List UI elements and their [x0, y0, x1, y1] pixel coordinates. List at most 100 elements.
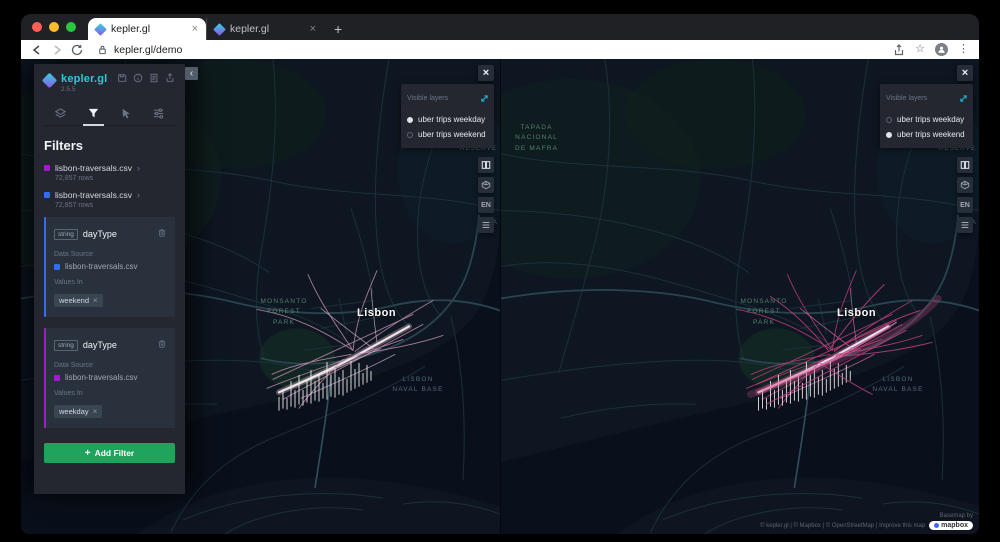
- collapse-sidebar-button[interactable]: ‹: [185, 67, 198, 80]
- lock-icon: [97, 44, 109, 56]
- browser-menu-icon[interactable]: ⋮: [958, 44, 969, 55]
- bookmark-star-icon[interactable]: ☆: [915, 44, 925, 55]
- dataset-color-icon: [44, 192, 50, 198]
- back-icon[interactable]: [31, 44, 43, 56]
- filter-dataset[interactable]: lisbon-traversals.csv: [54, 262, 167, 271]
- tab-close-icon[interactable]: ×: [310, 23, 316, 35]
- visible-layers-panel: Visible layers uber trips weekday uber t…: [401, 84, 494, 148]
- filter-type-badge: string: [54, 339, 78, 351]
- radio-dot-icon: [407, 131, 413, 138]
- filter-card: string dayType Data Source lisbon-traver…: [44, 328, 175, 428]
- tab-filters[interactable]: [77, 103, 110, 126]
- layer-radio-weekend[interactable]: uber trips weekend: [407, 127, 488, 142]
- filter-type-badge: string: [54, 228, 78, 240]
- dataset-color-icon: [44, 165, 50, 171]
- tab-title: kepler.gl: [111, 23, 151, 35]
- forward-icon[interactable]: [51, 44, 63, 56]
- side-panel-tabs: [44, 103, 175, 126]
- radio-dot-icon: [886, 131, 892, 138]
- visible-layers-title: Visible layers: [886, 94, 928, 102]
- dataset-row[interactable]: lisbon-traversals.csv ›: [44, 163, 175, 173]
- filter-field[interactable]: dayType: [83, 229, 152, 239]
- share-icon[interactable]: [893, 43, 905, 56]
- tab-layers[interactable]: [44, 103, 77, 125]
- docs-icon[interactable]: [149, 73, 159, 83]
- chevron-right-icon: ›: [137, 163, 140, 173]
- save-icon[interactable]: [117, 73, 127, 83]
- values-in-label: Values In: [54, 390, 83, 397]
- window-controls: [21, 14, 88, 40]
- remove-value-icon[interactable]: ×: [93, 296, 98, 305]
- layer-radio-weekend[interactable]: uber trips weekend: [886, 127, 967, 142]
- expand-panel-icon[interactable]: [481, 89, 488, 107]
- locale-button[interactable]: EN: [478, 197, 494, 213]
- new-tab-button[interactable]: +: [324, 18, 352, 40]
- filter-value-chip: weekday ×: [54, 405, 103, 418]
- browser-toolbar: kepler.gl/demo ☆ ⋮: [21, 40, 979, 59]
- side-panel: kepler.gl 2.5.5 Filters lisbon-traversal…: [34, 64, 185, 494]
- dataset-rowcount: 72,857 rows: [55, 202, 94, 209]
- locale-button[interactable]: EN: [957, 197, 973, 213]
- profile-avatar[interactable]: [935, 43, 948, 56]
- attribution-links[interactable]: © kepler.gl | © Mapbox | © OpenStreetMap…: [760, 523, 925, 529]
- mapbox-logo[interactable]: mapbox: [929, 521, 973, 530]
- tab-basemap[interactable]: [142, 103, 175, 125]
- dataset-rowcount: 72,857 rows: [55, 175, 94, 182]
- remove-value-icon[interactable]: ×: [93, 407, 98, 416]
- toggle-3d-button[interactable]: [957, 177, 973, 193]
- toolbar-right: ☆ ⋮: [893, 43, 969, 56]
- add-filter-button[interactable]: + Add Filter: [44, 443, 175, 463]
- split-map-toggle-button[interactable]: [478, 157, 494, 173]
- chevron-right-icon: ›: [137, 190, 140, 200]
- tab-kepler-inactive[interactable]: kepler.gl ×: [206, 18, 324, 40]
- layer-radio-weekday[interactable]: uber trips weekday: [407, 112, 488, 127]
- visible-layers-title: Visible layers: [407, 94, 449, 102]
- dataset-row[interactable]: lisbon-traversals.csv ›: [44, 190, 175, 200]
- split-map-toggle-button[interactable]: [957, 157, 973, 173]
- share-icon[interactable]: [165, 73, 175, 83]
- dataset-color-icon: [54, 263, 60, 270]
- side-panel-header: kepler.gl 2.5.5: [41, 72, 175, 93]
- map-controls: EN: [478, 157, 494, 233]
- reload-icon[interactable]: [71, 44, 83, 56]
- data-source-label: Data Source: [54, 251, 93, 258]
- kepler-favicon-icon: [213, 22, 226, 36]
- radio-dot-icon: [886, 116, 892, 123]
- tab-kepler-active[interactable]: kepler.gl ×: [88, 18, 206, 40]
- data-source-label: Data Source: [54, 362, 93, 369]
- tab-close-icon[interactable]: ×: [192, 23, 198, 35]
- dataset-color-icon: [54, 374, 60, 381]
- filter-card: string dayType Data Source lisbon-traver…: [44, 217, 175, 317]
- legend-button[interactable]: [957, 217, 973, 233]
- filter-dataset[interactable]: lisbon-traversals.csv: [54, 373, 167, 382]
- map-right: TAPADA NACIONAL DE MAFRA RESERVE SA MONS…: [500, 59, 979, 534]
- map-controls: EN: [957, 157, 973, 233]
- tab-strip: kepler.gl × kepler.gl × +: [21, 14, 979, 40]
- browser-window: kepler.gl × kepler.gl × + kepler.gl/demo…: [21, 14, 979, 534]
- expand-panel-icon[interactable]: [960, 89, 967, 107]
- close-split-map-button[interactable]: ×: [478, 65, 494, 81]
- filter-value-chip: weekend ×: [54, 294, 103, 307]
- minimize-window-button[interactable]: [49, 22, 59, 32]
- filter-field[interactable]: dayType: [83, 340, 152, 350]
- brand-name: kepler.gl: [61, 73, 108, 85]
- desktop: kepler.gl × kepler.gl × + kepler.gl/demo…: [0, 0, 1000, 542]
- tab-title: kepler.gl: [230, 23, 270, 35]
- layer-radio-weekday[interactable]: uber trips weekday: [886, 112, 967, 127]
- visible-layers-panel: Visible layers uber trips weekday uber t…: [880, 84, 973, 148]
- tab-interactions[interactable]: [110, 103, 143, 125]
- info-icon[interactable]: [133, 73, 143, 83]
- address-bar[interactable]: kepler.gl/demo: [97, 44, 885, 56]
- trash-icon[interactable]: [157, 336, 167, 354]
- legend-button[interactable]: [478, 217, 494, 233]
- kepler-app: TAPADA NACIONAL DE MAFRA RESERVE SA MONS…: [21, 59, 979, 534]
- close-split-map-button[interactable]: ×: [957, 65, 973, 81]
- trash-icon[interactable]: [157, 225, 167, 243]
- radio-dot-icon: [407, 116, 413, 123]
- kepler-logo-icon: [41, 72, 58, 89]
- version-label: 2.5.5: [61, 86, 76, 93]
- map-attribution: Basemap by © kepler.gl | © Mapbox | © Op…: [760, 513, 973, 530]
- toggle-3d-button[interactable]: [478, 177, 494, 193]
- close-window-button[interactable]: [32, 22, 42, 32]
- zoom-window-button[interactable]: [66, 22, 76, 32]
